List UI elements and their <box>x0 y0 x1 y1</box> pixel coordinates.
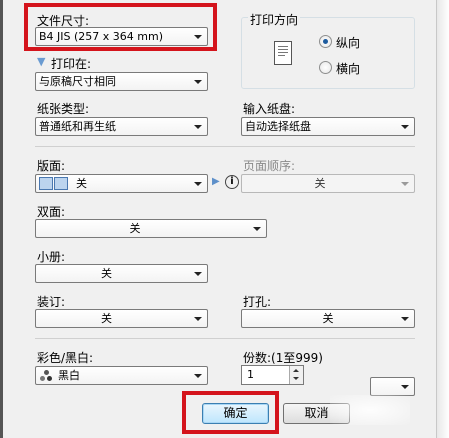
chevron-down-icon <box>194 182 202 186</box>
stepper-up-icon[interactable] <box>293 369 299 372</box>
window-left-border <box>0 0 3 438</box>
print-on-select[interactable]: 与原稿尺寸相同 <box>35 72 208 91</box>
landscape-label: 横向 <box>336 62 361 76</box>
black-white-dots-icon <box>40 370 53 382</box>
chevron-down-icon <box>401 182 409 186</box>
collate-select[interactable] <box>370 377 415 396</box>
binding-label: 装订: <box>37 295 66 309</box>
paper-size-highlight <box>24 3 217 51</box>
binding-select[interactable]: 关 <box>35 309 208 328</box>
punch-select[interactable]: 关 <box>241 309 415 328</box>
input-tray-value: 自动选择纸盘 <box>245 120 311 133</box>
arrow-down-icon: ▼ <box>37 55 46 68</box>
layout-pages-icon <box>54 177 68 190</box>
play-arrow-icon: ▶ <box>212 176 220 187</box>
window-right-border <box>436 0 449 438</box>
landscape-radio[interactable] <box>319 61 332 74</box>
orientation-label: 打印方向 <box>248 11 301 28</box>
copies-stepper[interactable] <box>289 366 303 384</box>
input-tray-select[interactable]: 自动选择纸盘 <box>241 117 415 136</box>
copies-input[interactable]: 1 <box>241 365 304 385</box>
chevron-down-icon <box>401 385 409 389</box>
layout-label: 版面: <box>37 159 66 173</box>
input-tray-label: 输入纸盘: <box>243 102 296 116</box>
duplex-select[interactable]: 关 <box>35 219 267 238</box>
chevron-down-icon <box>253 227 261 231</box>
chevron-down-icon <box>194 125 202 129</box>
layout-pages-icon <box>39 177 53 190</box>
page-order-select[interactable]: 关 <box>241 174 415 193</box>
ok-button-highlight <box>182 391 279 434</box>
booklet-select[interactable]: 关 <box>35 264 208 283</box>
portrait-label: 纵向 <box>336 36 361 50</box>
duplex-value: 关 <box>129 222 141 235</box>
chevron-down-icon <box>194 374 202 378</box>
watermark-smudge <box>330 395 410 425</box>
copies-label: 份数:(1至999) <box>243 351 323 365</box>
page-order-label: 页面顺序: <box>243 159 296 173</box>
chevron-down-icon <box>194 317 202 321</box>
page-order-value: 关 <box>314 177 326 190</box>
chevron-down-icon <box>401 125 409 129</box>
chevron-down-icon <box>194 272 202 276</box>
paper-type-value: 普通纸和再生纸 <box>39 120 116 133</box>
paper-type-label: 纸张类型: <box>37 102 90 116</box>
portrait-radio[interactable] <box>319 35 332 48</box>
chevron-down-icon <box>194 80 202 84</box>
copies-value: 1 <box>247 368 254 381</box>
color-mode-select[interactable]: 黑白 <box>35 366 208 385</box>
paper-type-select[interactable]: 普通纸和再生纸 <box>35 117 208 136</box>
punch-value: 关 <box>322 312 334 325</box>
chevron-down-icon <box>401 317 409 321</box>
booklet-label: 小册: <box>37 250 66 264</box>
section-divider <box>35 338 415 339</box>
layout-select[interactable]: 关 <box>35 174 208 193</box>
booklet-value: 关 <box>101 267 112 280</box>
color-mode-value: 黑白 <box>58 369 80 382</box>
punch-label: 打孔: <box>243 295 272 309</box>
print-on-label: 打印在: <box>51 57 92 71</box>
stepper-down-icon[interactable] <box>293 377 299 380</box>
color-mode-label: 彩色/黑白: <box>37 351 94 365</box>
duplex-label: 双面: <box>37 205 66 219</box>
info-icon[interactable]: i <box>225 175 239 189</box>
layout-value: 关 <box>76 177 87 190</box>
print-on-value: 与原稿尺寸相同 <box>39 75 116 88</box>
binding-value: 关 <box>101 312 112 325</box>
section-divider <box>35 146 415 147</box>
portrait-page-icon <box>274 41 292 65</box>
